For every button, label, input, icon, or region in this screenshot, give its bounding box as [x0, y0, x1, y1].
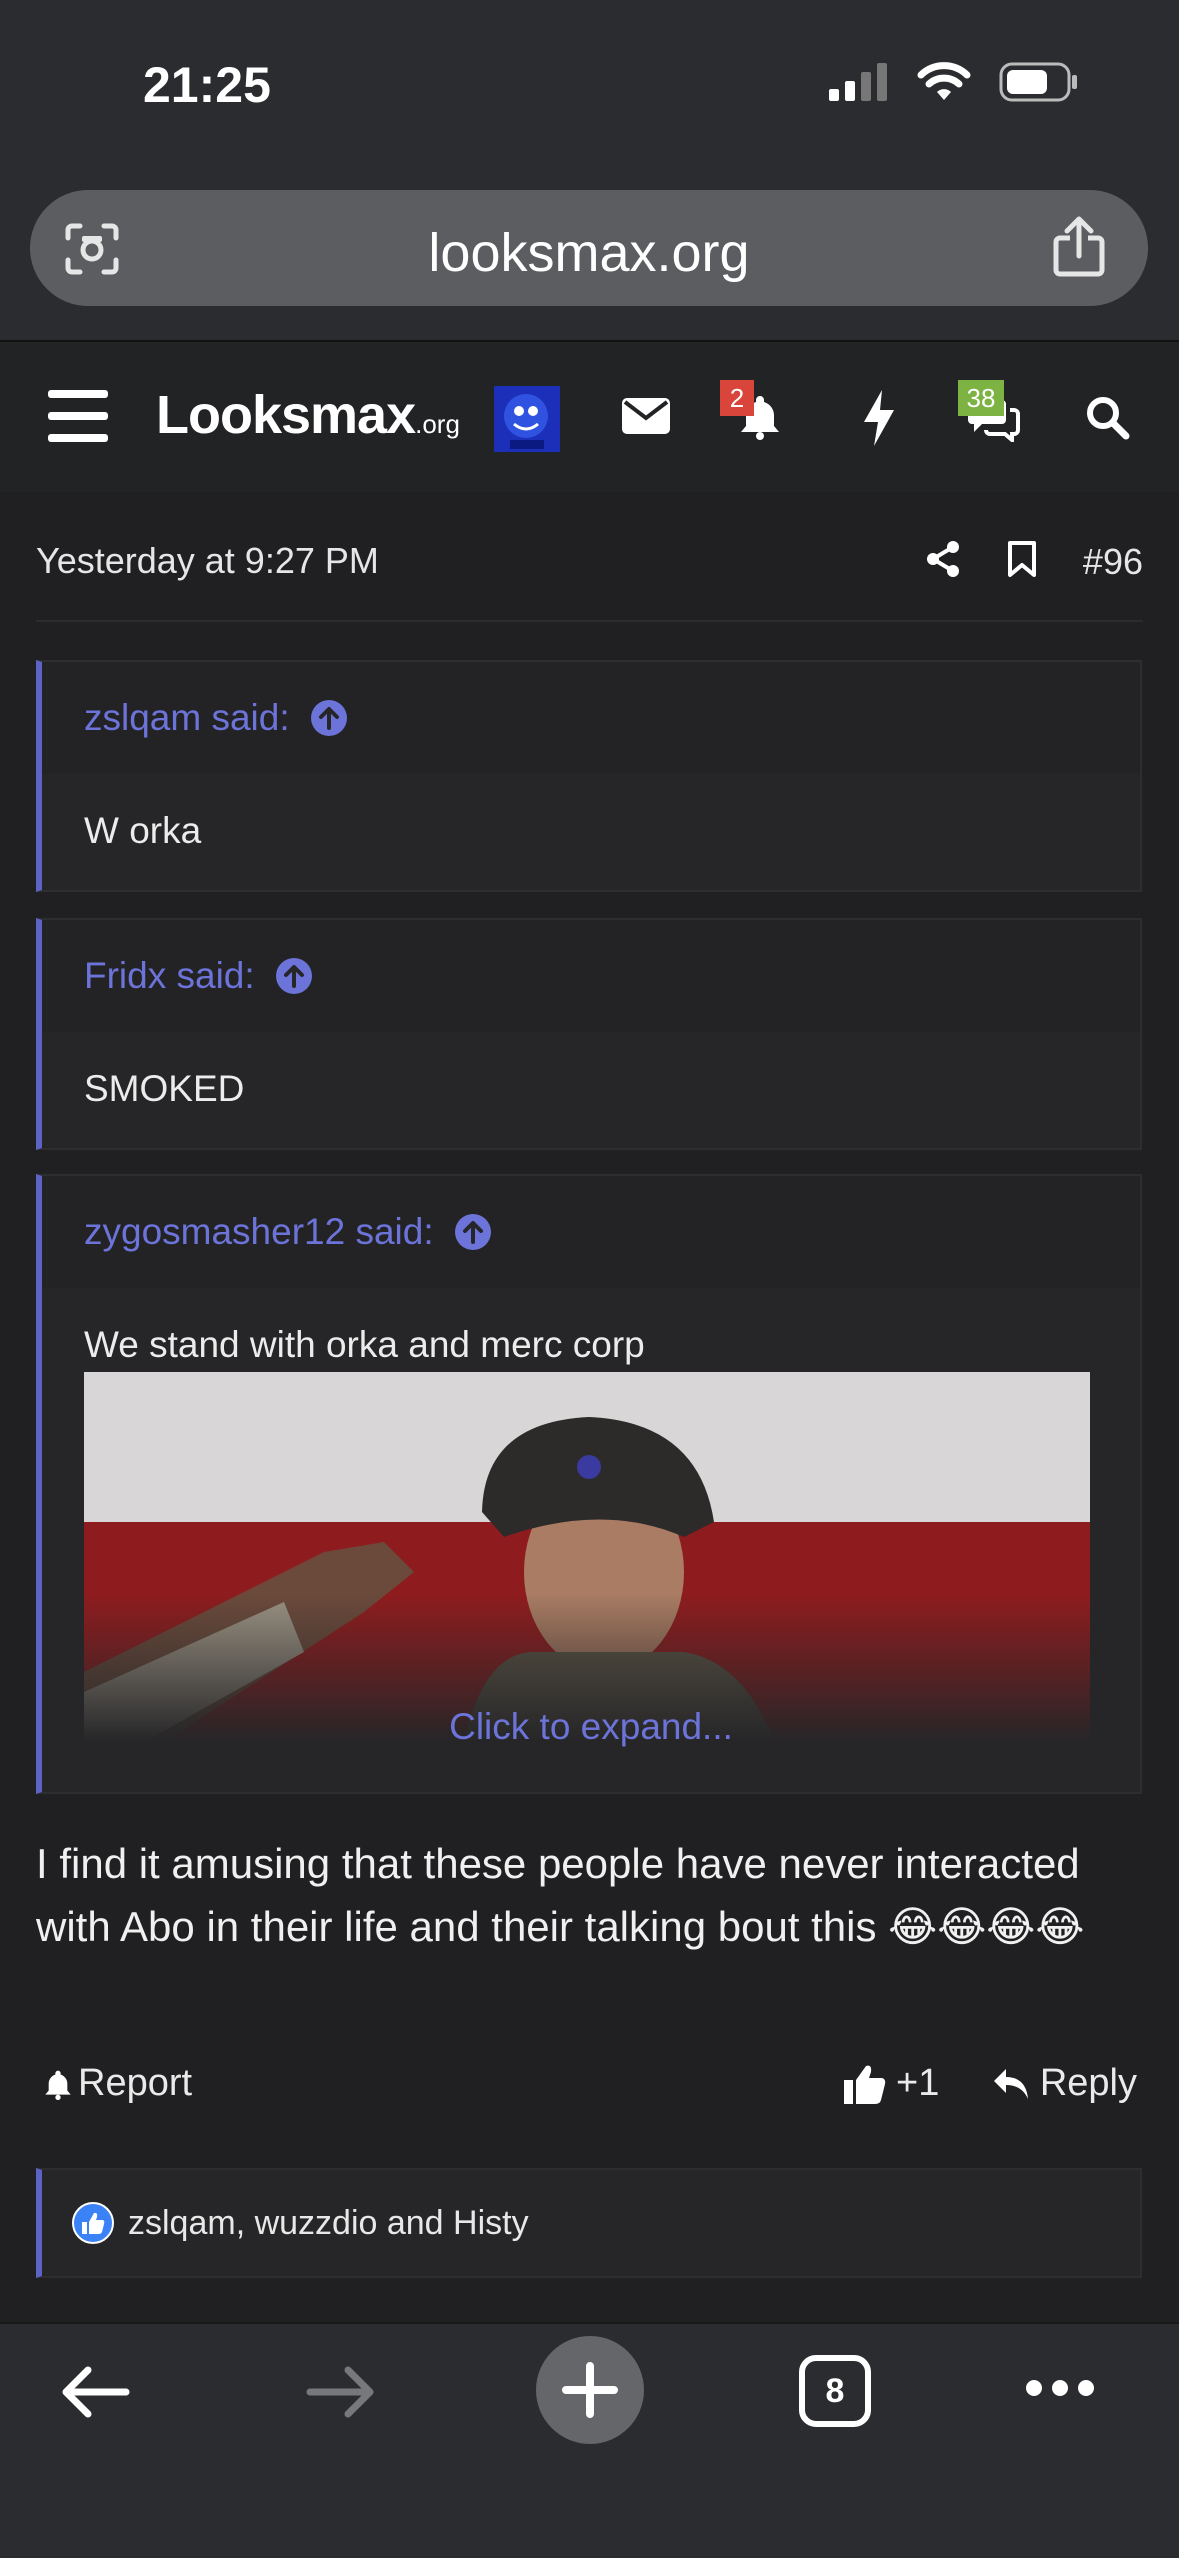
browser-toolbar: 8 — [0, 2322, 1179, 2558]
quote-author[interactable]: Fridx said: — [84, 955, 255, 997]
logo-text: Looksmax — [156, 385, 416, 445]
battery-icon — [999, 62, 1077, 102]
site-navbar: Looksmax.org 2 38 — [0, 340, 1179, 494]
report-button[interactable]: Report — [42, 2062, 192, 2105]
quote-author[interactable]: zslqam said: — [84, 697, 290, 739]
report-label: Report — [78, 2062, 193, 2104]
quoted-gif-image[interactable] — [84, 1372, 1090, 1742]
status-bar: 21:25 — [0, 0, 1179, 180]
post-number[interactable]: #96 — [1083, 541, 1143, 583]
share-post-icon[interactable] — [925, 540, 961, 583]
click-to-expand-link[interactable]: Click to expand... — [42, 1706, 1140, 1748]
jump-to-quote-icon[interactable] — [275, 957, 313, 995]
alerts-badge: 2 — [720, 380, 754, 416]
back-arrow-icon[interactable] — [58, 2364, 130, 2425]
quote-block: Fridx said: SMOKED — [36, 918, 1142, 1150]
more-options-icon[interactable] — [1024, 2378, 1096, 2403]
thumbs-up-icon — [844, 2065, 886, 2104]
tabs-button[interactable]: 8 — [798, 2354, 872, 2428]
quote-header[interactable]: zygosmasher12 said: — [42, 1176, 1140, 1288]
quote-text: We stand with orka and merc corp — [84, 1324, 645, 1365]
site-logo[interactable]: Looksmax.org — [156, 384, 460, 446]
new-tab-button[interactable] — [536, 2336, 644, 2449]
quote-header[interactable]: Fridx said: — [42, 920, 1140, 1032]
mail-icon[interactable] — [622, 398, 670, 439]
quote-block: zygosmasher12 said: We stand with orka a… — [36, 1174, 1142, 1794]
url-text[interactable]: looksmax.org — [30, 222, 1148, 284]
reactions-bar[interactable]: zslqam, wuzzdio and Histy — [36, 2168, 1142, 2278]
post-date[interactable]: Yesterday at 9:27 PM — [36, 540, 379, 581]
status-icons — [829, 62, 1079, 102]
bookmark-icon[interactable] — [1007, 540, 1037, 583]
reply-button[interactable]: Reply — [992, 2062, 1137, 2105]
quote-author[interactable]: zygosmasher12 said: — [84, 1211, 434, 1253]
quote-text: W orka — [84, 810, 202, 851]
logo-suffix: .org — [415, 409, 460, 439]
share-icon[interactable] — [1052, 216, 1106, 283]
reply-label: Reply — [1039, 2062, 1137, 2104]
forward-arrow-icon[interactable] — [306, 2364, 378, 2425]
like-button[interactable]: +1 — [844, 2062, 939, 2105]
post-header: Yesterday at 9:27 PM #96 — [36, 540, 1143, 600]
like-count: +1 — [896, 2062, 940, 2104]
like-reaction-icon — [72, 2202, 114, 2244]
user-avatar[interactable] — [494, 386, 560, 457]
signal-icon — [829, 63, 887, 101]
post-actions: #96 — [925, 540, 1143, 583]
address-bar[interactable]: looksmax.org — [30, 190, 1148, 306]
jump-to-quote-icon[interactable] — [454, 1213, 492, 1251]
browser-address-area: looksmax.org — [0, 180, 1179, 340]
status-time: 21:25 — [143, 57, 271, 113]
whats-new-bolt-icon[interactable] — [862, 390, 896, 451]
tab-count: 8 — [825, 2372, 845, 2410]
reply-arrow-icon — [993, 2068, 1028, 2099]
forum-post: Yesterday at 9:27 PM #96 zslqam said: W … — [0, 492, 1179, 2322]
quote-block: zslqam said: W orka — [36, 660, 1142, 892]
post-divider — [36, 620, 1143, 622]
post-body-text: I find it amusing that these people have… — [36, 1840, 1085, 1950]
search-icon[interactable] — [1084, 394, 1130, 445]
menu-icon[interactable] — [48, 390, 108, 447]
bell-icon — [45, 2070, 71, 2100]
quote-text: SMOKED — [84, 1068, 245, 1109]
reactions-users[interactable]: zslqam, wuzzdio and Histy — [128, 2204, 529, 2243]
wifi-icon — [917, 62, 971, 100]
post-footer: Report +1 Reply — [36, 2062, 1143, 2122]
conversations-badge: 38 — [958, 380, 1004, 416]
quote-header[interactable]: zslqam said: — [42, 662, 1140, 774]
jump-to-quote-icon[interactable] — [310, 699, 348, 737]
